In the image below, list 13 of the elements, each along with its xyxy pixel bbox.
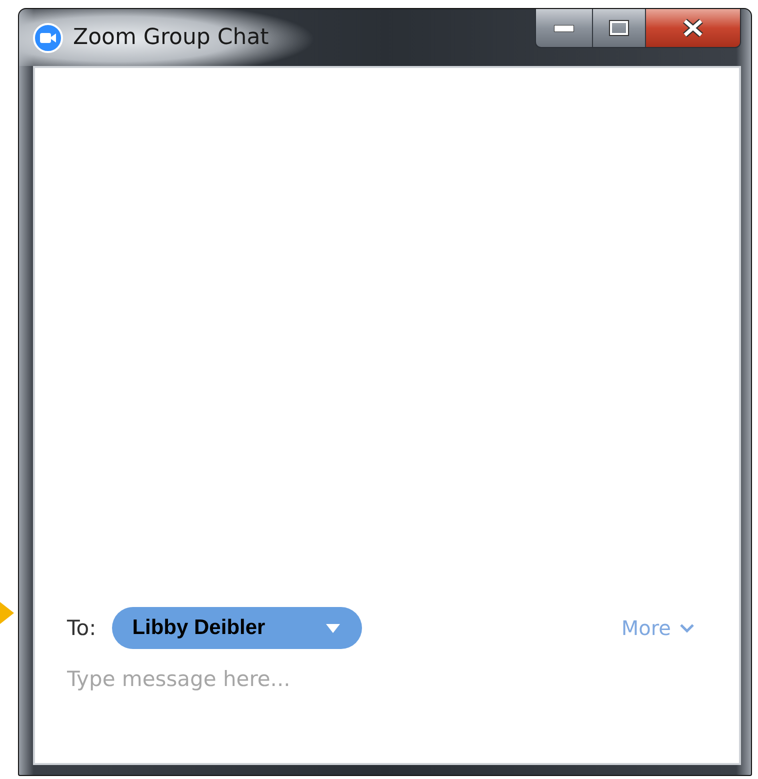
to-label: To: [67, 616, 96, 640]
minimize-icon [554, 24, 574, 32]
caret-icon [326, 624, 340, 632]
window-title: Zoom Group Chat [73, 25, 269, 50]
recipient-dropdown[interactable]: Libby Deibler [112, 607, 362, 649]
maximize-button[interactable] [593, 9, 646, 47]
close-button[interactable] [646, 9, 740, 47]
minimize-button[interactable] [536, 9, 593, 47]
chevron-icon [679, 623, 695, 633]
close-icon [682, 19, 704, 37]
camera-icon [33, 22, 63, 52]
message-field[interactable]: Type message here... [67, 667, 487, 691]
maximize-icon [609, 20, 629, 36]
